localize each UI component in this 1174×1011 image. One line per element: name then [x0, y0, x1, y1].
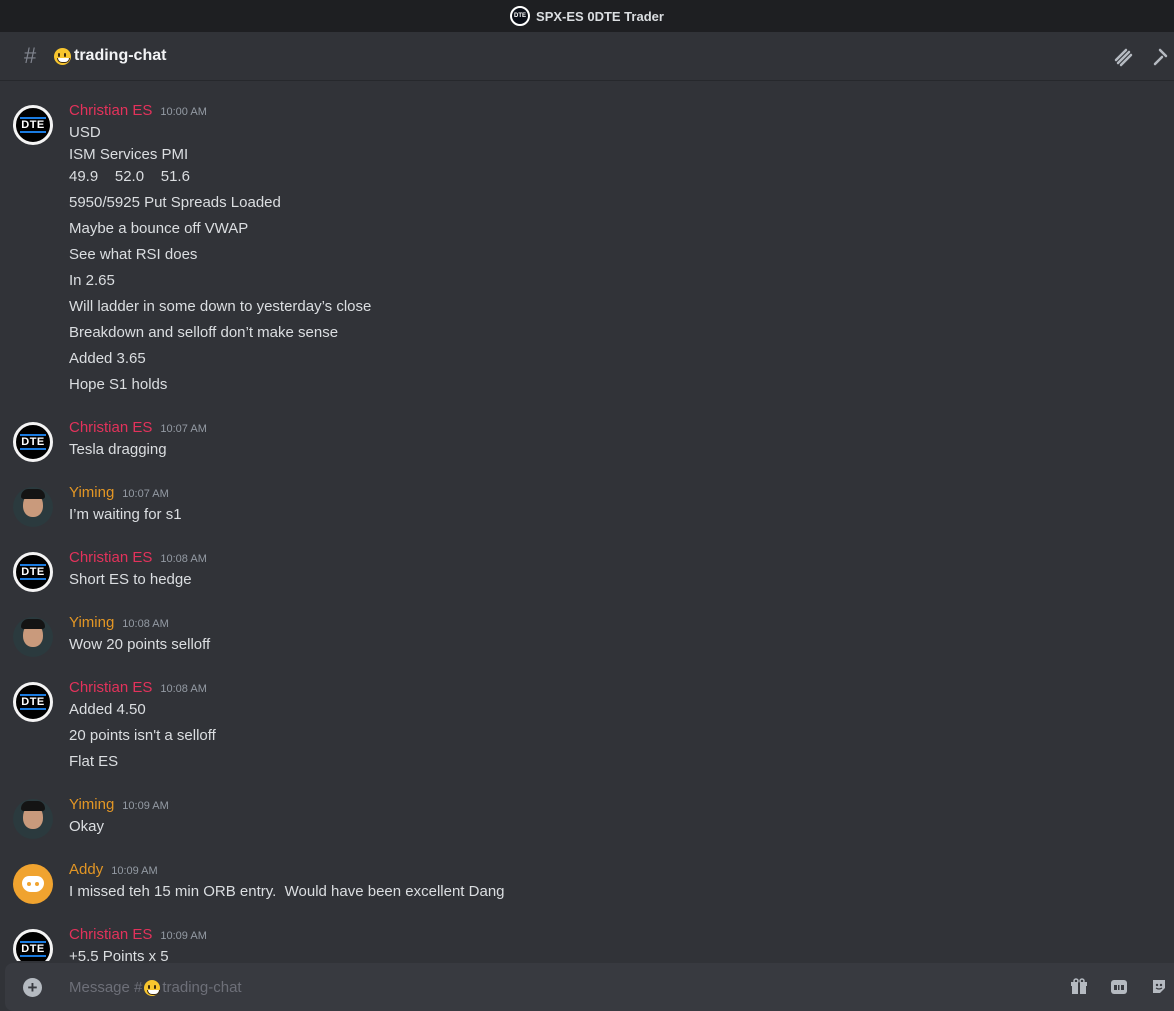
- gift-icon[interactable]: [1070, 978, 1088, 996]
- avatar-logo-text: DTE: [20, 941, 46, 957]
- message-header: Christian ES 10:09 AM: [69, 926, 207, 943]
- discord-icon: [22, 876, 44, 892]
- message-line: Added 3.65: [69, 350, 146, 367]
- avatar[interactable]: [13, 617, 53, 657]
- message-group: Yiming 10:09 AM Okay: [0, 796, 1174, 839]
- message-line: +5.5 Points x 5: [69, 948, 169, 961]
- sticker-icon[interactable]: [1150, 978, 1168, 996]
- message-line: ISM Services PMI: [69, 146, 189, 163]
- message-line: Maybe a bounce off VWAP: [69, 220, 249, 237]
- message-list[interactable]: DTE Christian ES 10:00 AM USD ISM Servic…: [0, 81, 1174, 961]
- message-group: Yiming 10:07 AM I’m waiting for s1: [0, 484, 1174, 527]
- message-line: See what RSI does: [69, 246, 198, 263]
- message-line: I’m waiting for s1: [69, 506, 182, 523]
- message-header: Yiming 10:08 AM: [69, 614, 169, 631]
- avatar[interactable]: DTE: [13, 105, 53, 145]
- message-line: Wow 20 points selloff: [69, 636, 211, 653]
- username[interactable]: Christian ES: [69, 549, 152, 566]
- placeholder-prefix: Message #: [69, 979, 143, 996]
- gif-icon[interactable]: [1110, 978, 1128, 996]
- message-header: Christian ES 10:08 AM: [69, 679, 207, 696]
- username[interactable]: Christian ES: [69, 102, 152, 119]
- message-line: Will ladder in some down to yesterday’s …: [69, 298, 372, 315]
- timestamp: 10:07 AM: [160, 423, 207, 435]
- timestamp: 10:07 AM: [122, 488, 169, 500]
- message-line: Breakdown and selloff don’t make sense: [69, 324, 339, 341]
- message-composer[interactable]: + Message # trading-chat: [5, 963, 1174, 1011]
- plus-icon[interactable]: +: [23, 978, 42, 997]
- message-line: 20 points isn't a selloff: [69, 727, 216, 744]
- username[interactable]: Christian ES: [69, 926, 152, 943]
- composer-toolbar: [1070, 978, 1168, 996]
- pin-icon[interactable]: [1152, 46, 1174, 68]
- message-line: 49.9 52.0 51.6: [69, 168, 190, 185]
- message-header: Addy 10:09 AM: [69, 861, 158, 878]
- username[interactable]: Addy: [69, 861, 103, 878]
- message-line: Added 4.50: [69, 701, 146, 718]
- message-line: Flat ES: [69, 753, 119, 770]
- username[interactable]: Christian ES: [69, 419, 152, 436]
- avatar[interactable]: [13, 487, 53, 527]
- placeholder-channel: trading-chat: [162, 979, 242, 996]
- channel-name: trading-chat: [74, 47, 167, 64]
- message-line: Tesla dragging: [69, 441, 167, 458]
- timestamp: 10:00 AM: [160, 106, 207, 118]
- message-header: Christian ES 10:00 AM: [69, 102, 207, 119]
- avatar[interactable]: DTE: [13, 552, 53, 592]
- avatar-logo-text: DTE: [20, 694, 46, 710]
- timestamp: 10:08 AM: [160, 683, 207, 695]
- message-line: 5950/5925 Put Spreads Loaded: [69, 194, 281, 211]
- timestamp: 10:09 AM: [160, 930, 207, 942]
- username[interactable]: Yiming: [69, 796, 114, 813]
- channel-header: # trading-chat: [0, 32, 1174, 81]
- username[interactable]: Christian ES: [69, 679, 152, 696]
- message-header: Yiming 10:09 AM: [69, 796, 169, 813]
- message-group: Yiming 10:08 AM Wow 20 points selloff: [0, 614, 1174, 657]
- avatar[interactable]: [13, 864, 53, 904]
- avatar-logo-text: DTE: [20, 434, 46, 450]
- avatar[interactable]: DTE: [13, 929, 53, 961]
- message-line: USD: [69, 124, 101, 141]
- message-line: Okay: [69, 818, 105, 835]
- avatar[interactable]: [13, 799, 53, 839]
- window-title: SPX-ES 0DTE Trader: [536, 8, 664, 24]
- avatar-logo-text: DTE: [20, 117, 46, 133]
- username[interactable]: Yiming: [69, 484, 114, 501]
- avatar[interactable]: DTE: [13, 682, 53, 722]
- header-toolbar: [1112, 46, 1174, 68]
- message-line: In 2.65: [69, 272, 115, 289]
- message-header: Christian ES 10:07 AM: [69, 419, 207, 436]
- avatar[interactable]: DTE: [13, 422, 53, 462]
- server-logo-icon: DTE: [510, 6, 531, 26]
- message-header: Yiming 10:07 AM: [69, 484, 169, 501]
- avatar-logo-text: DTE: [20, 564, 46, 580]
- message-line: Short ES to hedge: [69, 571, 192, 588]
- window-titlebar: DTE SPX-ES 0DTE Trader: [0, 0, 1174, 32]
- timestamp: 10:09 AM: [122, 800, 169, 812]
- hash-icon: #: [24, 43, 37, 68]
- message-line: Hope S1 holds: [69, 376, 168, 393]
- server-logo-text: DTE: [514, 13, 527, 19]
- grinning-emoji-icon: [144, 979, 161, 996]
- timestamp: 10:08 AM: [122, 618, 169, 630]
- username[interactable]: Yiming: [69, 614, 114, 631]
- message-line: I missed teh 15 min ORB entry. Would hav…: [69, 883, 505, 900]
- timestamp: 10:08 AM: [160, 553, 207, 565]
- timestamp: 10:09 AM: [111, 865, 158, 877]
- message-input[interactable]: Message # trading-chat: [69, 979, 242, 996]
- grinning-emoji-icon: [54, 47, 71, 65]
- message-header: Christian ES 10:08 AM: [69, 549, 207, 566]
- threads-icon[interactable]: [1112, 46, 1134, 68]
